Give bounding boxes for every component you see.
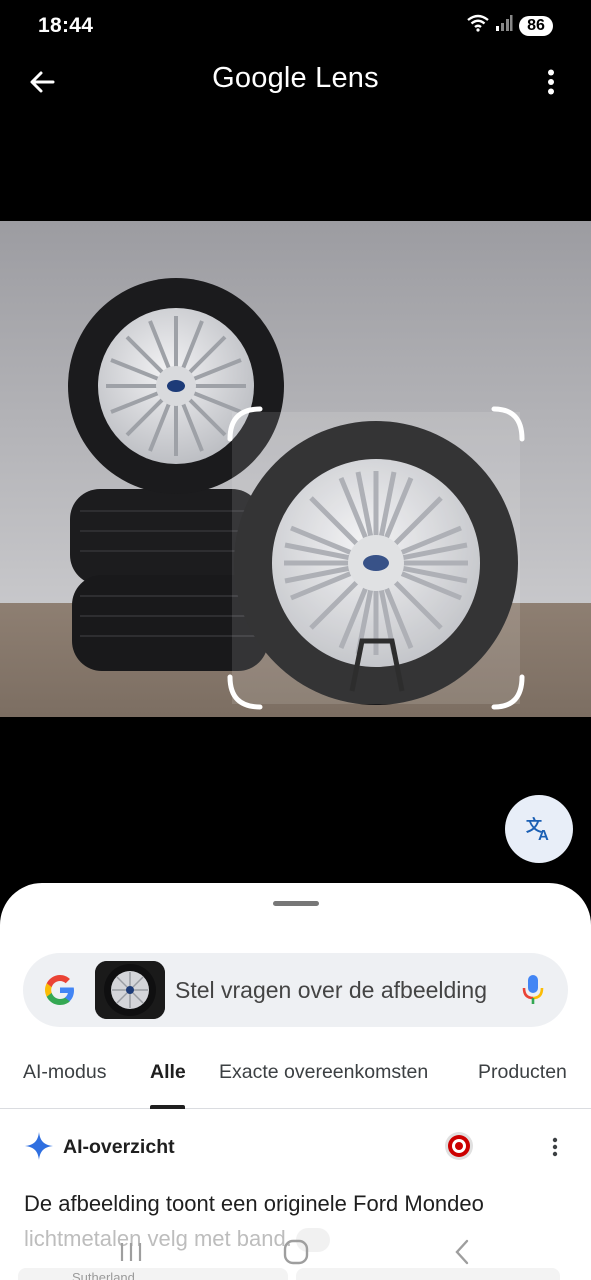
tab-products[interactable]: Producten (478, 1061, 567, 1084)
back-nav-button[interactable] (442, 1232, 482, 1272)
status-icons: 86 (467, 14, 553, 37)
status-time: 18:44 (38, 14, 94, 37)
recent-apps-icon (120, 1243, 142, 1261)
google-g-icon (45, 975, 74, 1005)
ai-overview-title: AI-overzicht (63, 1136, 175, 1158)
sheet-drag-handle[interactable] (273, 901, 319, 906)
search-bar[interactable] (23, 953, 568, 1027)
chevron-left-icon (455, 1239, 469, 1265)
query-image-thumbnail[interactable] (95, 961, 165, 1019)
app-title: Google Lens (212, 62, 379, 94)
target-logo-icon (445, 1132, 473, 1160)
mic-icon[interactable] (521, 974, 545, 1006)
sparkle-icon (25, 1132, 53, 1160)
tab-ai-mode[interactable]: AI-modus (23, 1061, 106, 1084)
search-input[interactable] (175, 973, 495, 1007)
recent-apps-button[interactable] (111, 1232, 151, 1272)
tab-exact-matches[interactable]: Exacte overeenkomsten (219, 1061, 428, 1084)
more-vert-icon (552, 1137, 558, 1157)
wifi-icon (467, 14, 489, 37)
analyzed-photo[interactable] (0, 221, 591, 717)
home-button[interactable] (276, 1232, 316, 1272)
active-tab-indicator (150, 1105, 185, 1109)
system-nav-bar (0, 1222, 591, 1280)
battery-indicator: 86 (519, 15, 553, 36)
ai-overview-line-1: De afbeelding toont een originele Ford M… (24, 1191, 484, 1216)
more-vert-icon (548, 69, 554, 95)
ai-overview-more-button[interactable] (545, 1133, 565, 1161)
tab-all[interactable]: Alle (150, 1061, 186, 1084)
top-app-bar: Google Lens (0, 52, 591, 110)
translate-icon: 文 A (526, 816, 549, 842)
signal-icon (495, 14, 513, 37)
home-icon (283, 1239, 309, 1265)
more-options-button[interactable] (533, 62, 569, 102)
translate-button[interactable]: 文 A (505, 795, 573, 863)
ai-overview-header: AI-overzicht (0, 1125, 591, 1169)
svg-text:A: A (538, 827, 549, 842)
results-sheet: AI-modus Alle Exacte overeenkomsten Prod… (0, 883, 591, 1280)
result-tabs: AI-modus Alle Exacte overeenkomsten Prod… (0, 1053, 591, 1109)
status-bar: 18:44 86 (0, 0, 591, 52)
